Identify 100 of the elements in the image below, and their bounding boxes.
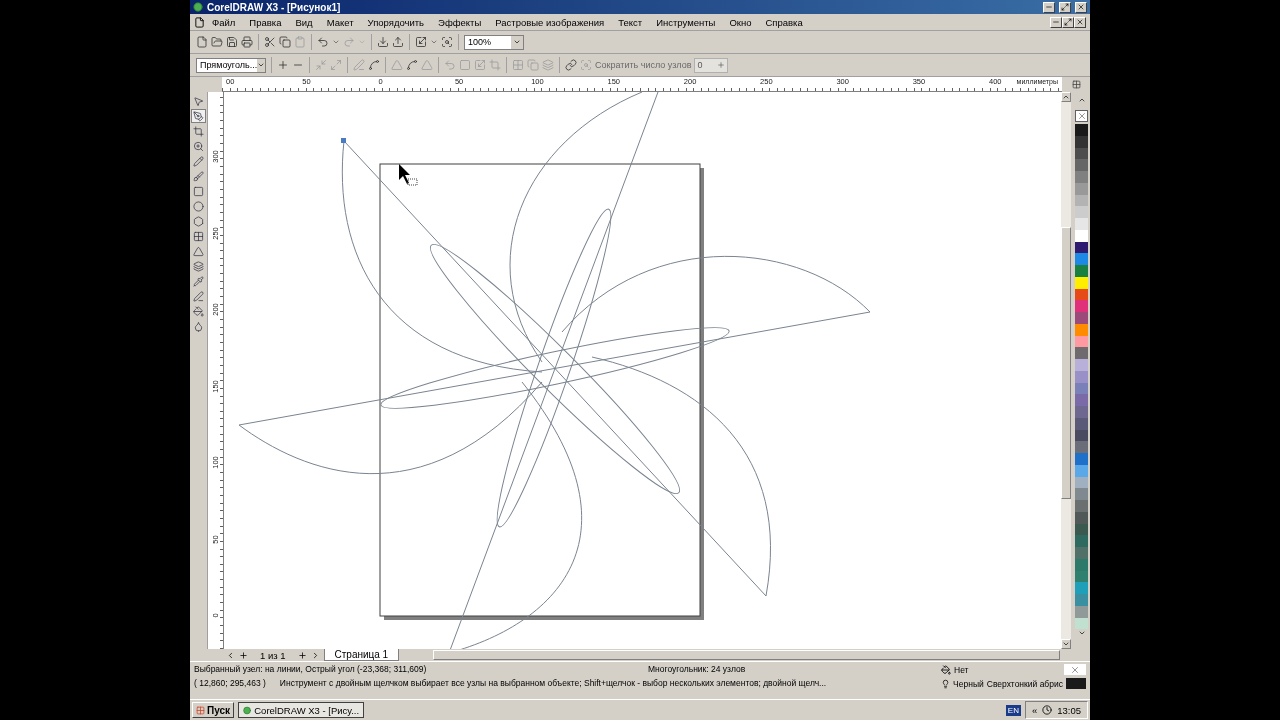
new-document-icon[interactable] [196, 36, 208, 48]
color-swatch[interactable] [1075, 394, 1088, 406]
restore-button[interactable] [1059, 1, 1071, 13]
color-swatch[interactable] [1075, 547, 1088, 559]
smooth-icon[interactable] [406, 59, 418, 71]
pen-icon[interactable] [191, 289, 206, 303]
printer-icon[interactable] [241, 36, 253, 48]
undo-icon[interactable] [317, 36, 329, 48]
menu-item[interactable]: Эффекты [431, 16, 489, 28]
add-node-icon[interactable] [277, 59, 289, 71]
close-button[interactable] [1075, 1, 1087, 13]
menu-item[interactable]: Упорядочить [360, 16, 432, 28]
link-icon[interactable] [565, 59, 577, 71]
to-curve-icon[interactable] [368, 59, 380, 71]
outline-swatch[interactable] [1066, 678, 1086, 689]
color-swatch[interactable] [1075, 312, 1088, 324]
save-icon[interactable] [226, 36, 238, 48]
no-color-swatch[interactable] [1075, 110, 1088, 122]
clipboard-icon[interactable] [294, 36, 306, 48]
color-swatch[interactable] [1075, 206, 1088, 218]
caret-icon[interactable] [358, 38, 366, 46]
eyedropper-icon[interactable] [191, 274, 206, 288]
scroll-up-icon[interactable] [1077, 96, 1086, 104]
menu-item[interactable]: Окно [722, 16, 759, 28]
crop-icon[interactable] [191, 124, 206, 138]
polygon-icon[interactable] [191, 214, 206, 228]
grid-icon[interactable] [191, 229, 206, 243]
color-swatch[interactable] [1075, 406, 1088, 418]
fill-icon [941, 664, 951, 675]
menu-item[interactable]: Инструменты [649, 16, 723, 28]
chevron-up-icon [1062, 93, 1070, 101]
color-swatch[interactable] [1075, 453, 1088, 465]
spinner-icon[interactable] [717, 61, 726, 69]
caret-icon[interactable] [430, 38, 438, 46]
menu-item[interactable]: Растровые изображения [488, 16, 612, 28]
zoom-icon[interactable] [191, 139, 206, 153]
fill-swatch[interactable] [1064, 664, 1086, 675]
scroll-down-button[interactable] [1061, 639, 1071, 649]
color-swatch[interactable] [1075, 124, 1088, 136]
color-swatch[interactable] [1075, 594, 1088, 606]
paint-bucket-icon[interactable] [191, 304, 206, 318]
menu-item[interactable]: Макет [319, 16, 361, 28]
taskbar-button[interactable]: CorelDRAW X3 - [Рису... [238, 702, 365, 718]
add-page-icon[interactable] [239, 650, 248, 660]
page-tab[interactable]: Страница 1 [323, 649, 400, 661]
cut-icon[interactable] [264, 36, 276, 48]
first-page-icon[interactable] [226, 650, 235, 660]
zoom-combo[interactable]: 100% [464, 34, 524, 50]
ellipse-icon[interactable] [191, 199, 206, 213]
copy-icon[interactable] [279, 36, 291, 48]
menu-item[interactable]: Правка [242, 16, 289, 28]
rectangle-icon[interactable] [191, 184, 206, 198]
start-button[interactable]: Пуск [192, 702, 235, 718]
color-swatch[interactable] [1075, 500, 1088, 512]
scroll-up-button[interactable] [1061, 92, 1071, 102]
fill-text: Нет [954, 664, 969, 675]
add-page-icon[interactable] [297, 650, 307, 660]
color-swatch[interactable] [1075, 488, 1088, 500]
tray-expand-button[interactable]: « [1031, 704, 1038, 716]
restore-button[interactable] [1062, 16, 1074, 28]
layers-icon[interactable] [191, 259, 206, 273]
scan-icon[interactable] [441, 36, 453, 48]
clock: 13:05 [1057, 704, 1081, 716]
outline-color-text: Черный [953, 678, 984, 689]
close-button[interactable] [1074, 16, 1086, 28]
pointer-icon[interactable] [191, 94, 206, 108]
object-type-combo[interactable]: Прямоуголь... [196, 57, 266, 73]
reduce-nodes-field[interactable]: 0 [694, 57, 729, 73]
color-swatch[interactable] [1075, 218, 1088, 230]
menu-item[interactable]: Вид [288, 16, 320, 28]
redo-icon[interactable] [343, 36, 355, 48]
reduce-nodes-value: 0 [697, 60, 703, 70]
menu-item[interactable]: Текст [611, 16, 650, 28]
caret-icon[interactable] [332, 38, 340, 46]
color-swatch[interactable] [1075, 347, 1088, 359]
pencil-icon[interactable] [191, 154, 206, 168]
brush-icon[interactable] [191, 169, 206, 183]
minimize-button[interactable] [1050, 16, 1062, 28]
pen-nib-icon[interactable] [191, 109, 206, 123]
export-icon[interactable] [392, 36, 404, 48]
color-swatch[interactable] [1075, 441, 1088, 453]
color-swatch[interactable] [1075, 171, 1088, 183]
color-swatch[interactable] [1075, 265, 1088, 277]
color-swatch[interactable] [1075, 253, 1088, 265]
hint-text: Инструмент с двойным щелчком выбирает все узлы на выбранном объекте; Shift+щелчок - выбор нескольких элементов; двойной щелч... [279, 678, 827, 688]
color-swatch[interactable] [1075, 359, 1088, 371]
open-folder-icon[interactable] [211, 36, 223, 48]
language-indicator[interactable]: EN [1005, 704, 1021, 716]
horizontal-scrollbar[interactable] [433, 650, 1060, 660]
vertical-scrollbar[interactable] [1061, 92, 1071, 649]
color-swatch[interactable] [1075, 535, 1088, 547]
color-swatch[interactable] [1075, 300, 1088, 312]
menu-item[interactable]: Справка [758, 16, 810, 28]
import-icon[interactable] [377, 36, 389, 48]
minimize-button[interactable] [1043, 1, 1055, 13]
triangle-icon[interactable] [191, 244, 206, 258]
color-swatch[interactable] [1075, 159, 1088, 171]
object-info-text: Многоугольник: 24 узлов [648, 664, 746, 674]
menu-item[interactable]: Файл [205, 16, 243, 28]
color-swatch[interactable] [1075, 582, 1088, 594]
